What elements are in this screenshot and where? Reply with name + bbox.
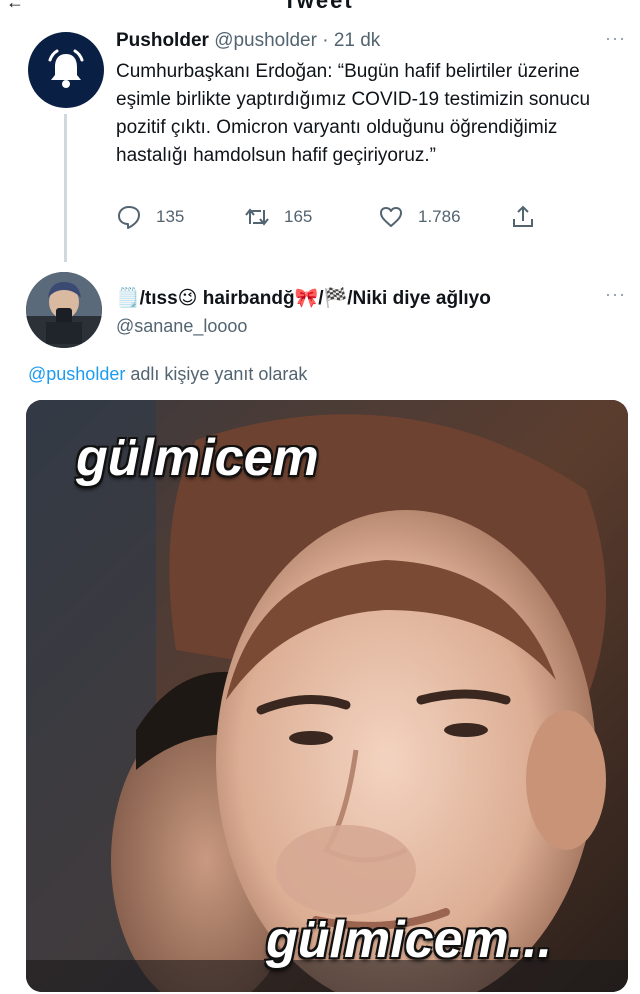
user-photo (26, 272, 102, 348)
author-name[interactable]: Pusholder (116, 30, 209, 51)
separator: · (322, 30, 329, 51)
tweet-header: Pusholder @pusholder · 21 dk (116, 30, 380, 52)
share-icon (513, 205, 533, 227)
meme-caption-top: gülmicem (76, 429, 319, 487)
tweet-text: Cumhurbaşkanı Erdoğan: “Bugün hafif beli… (116, 61, 591, 166)
arrow-left-icon[interactable]: ← (6, 0, 24, 13)
replying-to: @pusholder adlı kişiye yanıt olarak (28, 364, 307, 385)
page-title: Tweet (283, 0, 354, 13)
tweet-actions: 135 165 1.786 (116, 204, 556, 234)
meme-caption-bottom: gülmicem... (266, 911, 553, 969)
like-button[interactable]: 1.786 (378, 204, 461, 230)
tweet-time[interactable]: 21 dk (334, 30, 380, 51)
mention-link[interactable]: @pusholder (28, 364, 125, 384)
meme-photo (26, 400, 628, 992)
author-handle[interactable]: @pusholder (214, 30, 317, 51)
author-name[interactable]: 🗒️/tıss😉 hairbandğ🎀/🏁/Niki diye ağlıyo (116, 286, 491, 310)
reply-icon (118, 206, 140, 229)
avatar[interactable] (26, 272, 102, 348)
author-handle[interactable]: @sanane_loooo (116, 316, 247, 337)
more-options-icon[interactable]: ··· (605, 284, 626, 305)
tweet-media-image[interactable]: gülmicem gülmicem... (26, 400, 628, 992)
thread-connector (64, 114, 67, 262)
more-options-icon[interactable]: ··· (605, 28, 626, 49)
like-count: 1.786 (418, 207, 461, 226)
avatar[interactable] (28, 32, 104, 108)
heart-icon (380, 207, 402, 227)
top-bar-cropped: ← Tweet (0, 0, 640, 14)
retweet-button[interactable]: 165 (244, 204, 312, 230)
original-tweet[interactable]: Pusholder @pusholder · 21 dk ··· Cumhurb… (0, 24, 640, 264)
reply-tweet[interactable]: 🗒️/tıss😉 hairbandğ🎀/🏁/Niki diye ağlıyo ·… (0, 270, 640, 992)
reply-button[interactable]: 135 (116, 204, 184, 230)
retweet-icon (245, 208, 269, 226)
reply-count: 135 (156, 207, 185, 226)
replying-to-text: adlı kişiye yanıt olarak (125, 364, 308, 384)
bell-icon (48, 49, 84, 88)
share-button[interactable] (510, 204, 536, 230)
retweet-count: 165 (284, 207, 313, 226)
